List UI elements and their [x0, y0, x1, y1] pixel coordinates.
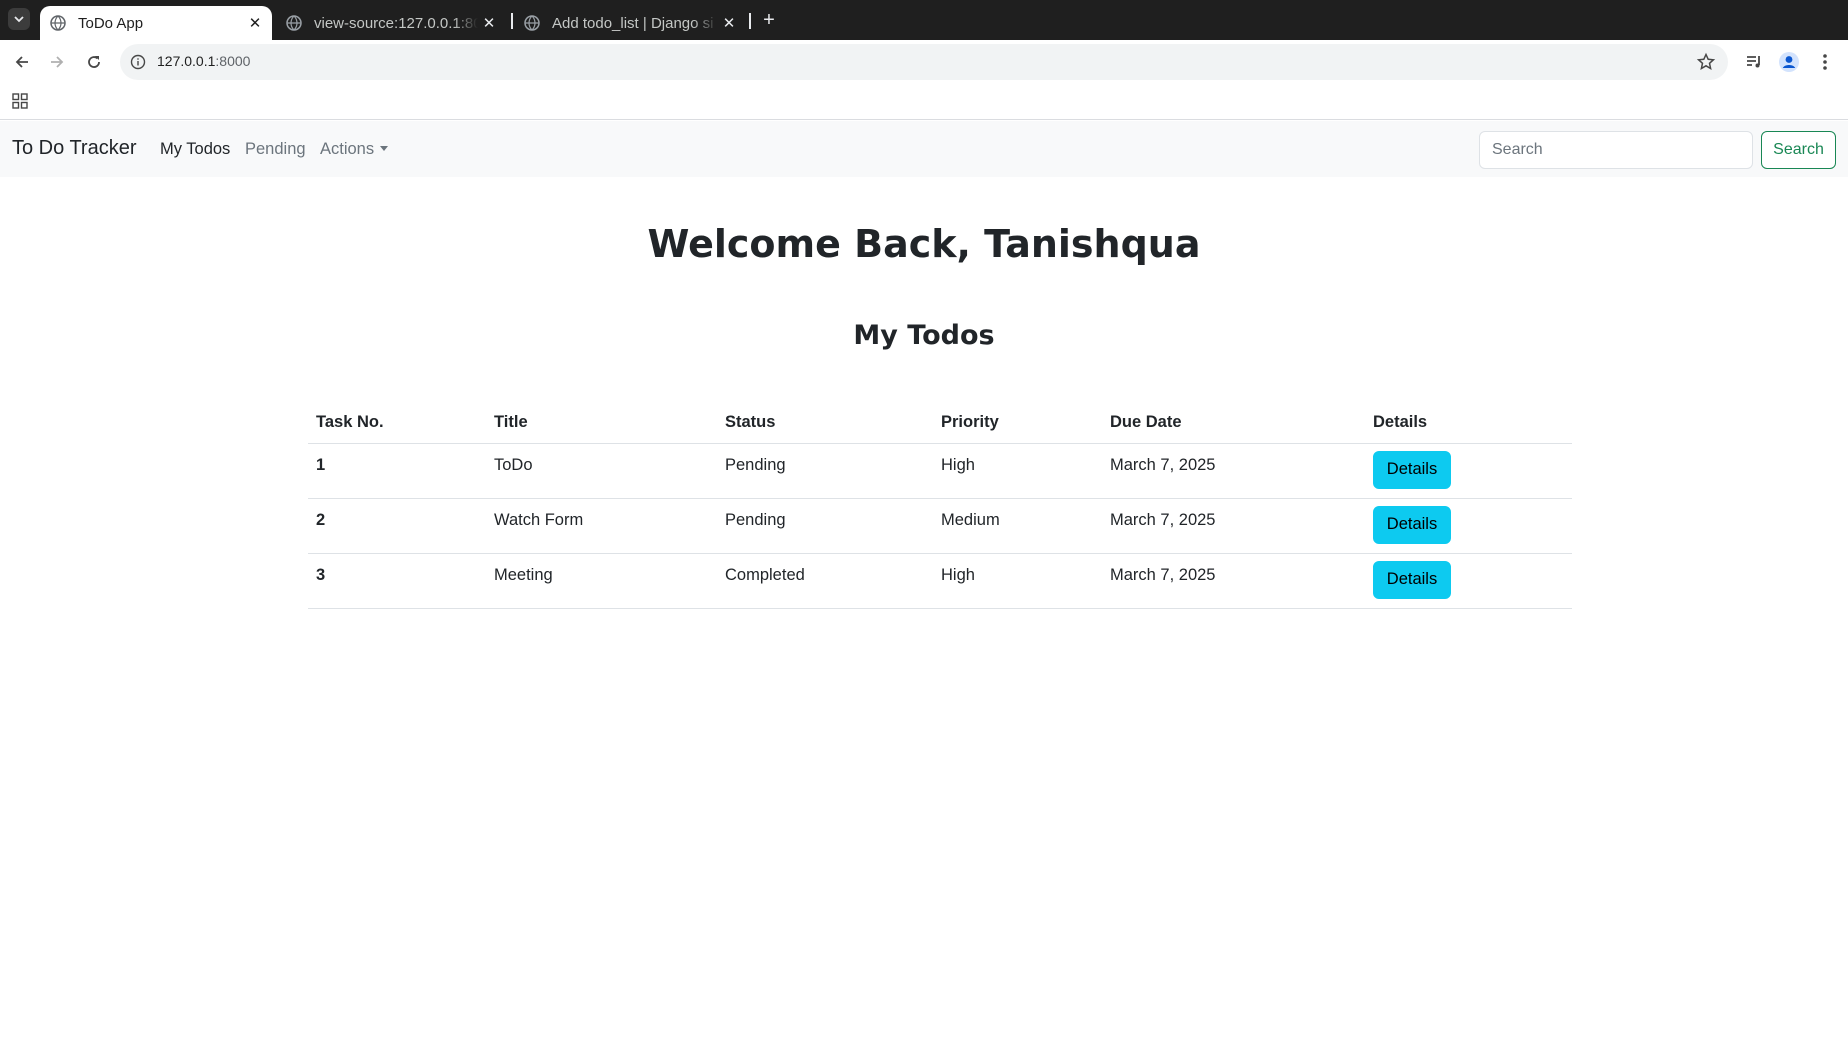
tab-title: ToDo App	[78, 14, 144, 32]
cell-status: Pending	[717, 443, 933, 499]
nav-dropdown-label: Actions	[320, 140, 375, 158]
url-text[interactable]: 127.0.0.1:8000	[157, 53, 250, 69]
cell-task-no: 3	[308, 553, 486, 609]
reload-button[interactable]	[80, 48, 108, 76]
globe-icon	[286, 15, 302, 31]
nav-dropdown-actions[interactable]: Actions	[320, 140, 389, 159]
tab-title: view-source:127.0.0.1:80	[314, 14, 478, 32]
site-navbar: To Do Tracker My Todos Pending Actions S…	[0, 121, 1848, 177]
tab-separator	[511, 13, 513, 29]
browser-toolbar: 127.0.0.1:8000	[0, 40, 1848, 85]
table-row: 1 ToDo Pending High March 7, 2025 Detail…	[308, 443, 1572, 499]
header-status: Status	[717, 402, 933, 444]
header-details: Details	[1365, 402, 1572, 444]
caret-down-icon	[380, 146, 389, 152]
arrow-left-icon	[15, 56, 28, 68]
close-icon[interactable]: ✕	[718, 12, 740, 34]
details-button[interactable]: Details	[1373, 450, 1451, 489]
table-header-row: Task No. Title Status Priority Due Date …	[308, 402, 1572, 444]
arrow-right-icon	[51, 56, 64, 68]
header-task-no: Task No.	[308, 402, 486, 444]
url-host: 127.0.0.1	[157, 53, 216, 69]
close-icon[interactable]: ✕	[478, 12, 500, 34]
globe-icon	[50, 15, 66, 31]
navbar-brand[interactable]: To Do Tracker	[12, 137, 136, 160]
back-button[interactable]	[8, 48, 36, 76]
cell-details: Details	[1365, 443, 1572, 499]
search-input[interactable]	[1479, 131, 1753, 169]
tab-django-admin[interactable]: Add todo_list | Django si ✕	[514, 6, 746, 40]
plus-icon: +	[763, 8, 775, 31]
new-tab-button[interactable]: +	[757, 8, 781, 32]
header-title: Title	[486, 402, 717, 444]
cell-status: Pending	[717, 498, 933, 554]
cell-task-no: 1	[308, 443, 486, 499]
chevron-down-icon	[14, 16, 24, 23]
cell-due-date: March 7, 2025	[1102, 443, 1365, 499]
nav-link-my-todos[interactable]: My Todos	[160, 140, 230, 159]
cell-priority: High	[933, 443, 1102, 499]
table-row: 2 Watch Form Pending Medium March 7, 202…	[308, 498, 1572, 554]
cell-due-date: March 7, 2025	[1102, 498, 1365, 554]
avatar-icon	[1779, 52, 1799, 72]
apps-grid-icon[interactable]	[12, 93, 28, 109]
section-title: My Todos	[853, 320, 995, 351]
url-port: :8000	[215, 53, 251, 69]
details-button[interactable]: Details	[1373, 560, 1451, 599]
playlist-icon	[1747, 56, 1760, 68]
media-controls-button[interactable]	[1742, 50, 1766, 74]
cell-status: Completed	[717, 553, 933, 609]
cell-title: Meeting	[486, 553, 717, 609]
tab-view-source[interactable]: view-source:127.0.0.1:80 ✕	[276, 6, 506, 40]
search-button[interactable]: Search	[1761, 131, 1836, 169]
tab-todo-app[interactable]: ToDo App ✕	[40, 6, 272, 40]
forward-button[interactable]	[43, 48, 71, 76]
cell-title: Watch Form	[486, 498, 717, 554]
cell-details: Details	[1365, 553, 1572, 609]
details-button[interactable]: Details	[1373, 505, 1451, 544]
star-icon[interactable]	[1696, 52, 1716, 72]
tab-title: Add todo_list | Django si	[552, 14, 714, 32]
tab-separator	[749, 13, 751, 29]
cell-priority: Medium	[933, 498, 1102, 554]
kebab-menu-icon	[1823, 54, 1827, 70]
close-icon[interactable]: ✕	[244, 12, 266, 34]
welcome-heading: Welcome Back, Tanishqua	[647, 222, 1201, 266]
nav-link-pending[interactable]: Pending	[245, 140, 306, 159]
header-priority: Priority	[933, 402, 1102, 444]
profile-button[interactable]	[1777, 50, 1801, 74]
bookmarks-bar	[0, 85, 1848, 120]
cell-task-no: 2	[308, 498, 486, 554]
globe-icon	[524, 15, 540, 31]
tab-search-button[interactable]	[8, 8, 30, 30]
header-due-date: Due Date	[1102, 402, 1365, 444]
cell-details: Details	[1365, 498, 1572, 554]
cell-title: ToDo	[486, 443, 717, 499]
cell-priority: High	[933, 553, 1102, 609]
info-icon[interactable]	[130, 54, 146, 70]
cell-due-date: March 7, 2025	[1102, 553, 1365, 609]
todo-table: Task No. Title Status Priority Due Date …	[308, 402, 1572, 609]
table-row: 3 Meeting Completed High March 7, 2025 D…	[308, 553, 1572, 609]
browser-tab-strip: ToDo App ✕ view-source:127.0.0.1:80 ✕ Ad…	[0, 0, 1848, 40]
address-bar[interactable]: 127.0.0.1:8000	[120, 44, 1728, 80]
reload-icon	[88, 56, 100, 68]
browser-menu-button[interactable]	[1813, 50, 1837, 74]
